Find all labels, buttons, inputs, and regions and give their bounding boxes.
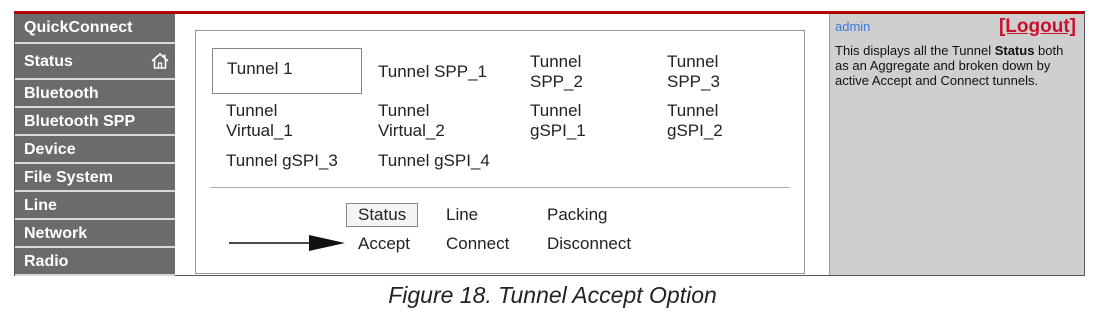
sidebar-item-label: QuickConnect [24, 19, 133, 36]
sidebar-item-file-system[interactable]: File System [15, 164, 175, 192]
tunnel-status-panel: Tunnel 1 Tunnel SPP_1 Tunnel SPP_2 Tunne… [195, 30, 805, 274]
tunnel-gspi-3-link[interactable]: Tunnel gSPI_3 [226, 151, 338, 171]
pointer-arrow-icon [229, 235, 345, 251]
sidebar-item-label: Bluetooth [24, 85, 99, 102]
sidebar-item-bluetooth-spp[interactable]: Bluetooth SPP [15, 108, 175, 136]
tab-line[interactable]: Line [446, 205, 478, 225]
tab-packing[interactable]: Packing [547, 205, 607, 225]
sidebar-item-label: Radio [24, 253, 69, 270]
help-panel: admin [Logout] This displays all the Tun… [829, 14, 1084, 275]
tunnel-spp-3-link[interactable]: Tunnel SPP_3 [667, 52, 720, 92]
section-divider [210, 187, 790, 188]
main-content: Tunnel 1 Tunnel SPP_1 Tunnel SPP_2 Tunne… [175, 14, 829, 275]
sidebar-item-label: Line [24, 197, 57, 214]
help-text-bold: Status [994, 43, 1035, 58]
sidebar-item-label: Device [24, 141, 76, 158]
figure-caption: Figure 18. Tunnel Accept Option [388, 282, 717, 308]
sidebar-item-status[interactable]: Status [15, 44, 175, 80]
sidebar-item-label: Status [24, 53, 73, 70]
sidebar-item-quickconnect[interactable]: QuickConnect [15, 14, 175, 44]
sidebar-nav: QuickConnect Status Bluetooth Bluetooth … [15, 14, 175, 276]
sidebar-item-device[interactable]: Device [15, 136, 175, 164]
web-manager-window: QuickConnect Status Bluetooth Bluetooth … [14, 11, 1085, 276]
tab-connect[interactable]: Connect [446, 234, 509, 254]
sidebar-item-bluetooth[interactable]: Bluetooth [15, 80, 175, 108]
tunnel-gspi-1-link[interactable]: Tunnel gSPI_1 [530, 101, 586, 141]
sidebar-item-label: Network [24, 225, 88, 242]
sidebar-item-network[interactable]: Network [15, 220, 175, 248]
username-label: admin [835, 19, 871, 34]
tunnel-gspi-2-link[interactable]: Tunnel gSPI_2 [667, 101, 723, 141]
home-icon[interactable] [151, 52, 169, 70]
sidebar-item-label: File System [24, 169, 113, 186]
tunnel-spp-2-link[interactable]: Tunnel SPP_2 [530, 52, 583, 92]
tab-status[interactable]: Status [346, 203, 419, 227]
sidebar-item-label: Bluetooth SPP [24, 113, 136, 130]
logout-link[interactable]: [Logout] [999, 16, 1076, 38]
tunnel-gspi-4-link[interactable]: Tunnel gSPI_4 [378, 151, 490, 171]
tunnel-spp-1-link[interactable]: Tunnel SPP_1 [378, 62, 487, 82]
tunnel-virtual-2-link[interactable]: Tunnel Virtual_2 [378, 101, 445, 141]
tab-accept[interactable]: Accept [358, 234, 410, 254]
sidebar-item-radio[interactable]: Radio [15, 248, 175, 276]
help-description: This displays all the Tunnel Status both… [835, 43, 1075, 88]
tunnel-1-link[interactable]: Tunnel 1 [212, 48, 362, 94]
tunnel-virtual-1-link[interactable]: Tunnel Virtual_1 [226, 101, 293, 141]
tab-disconnect[interactable]: Disconnect [547, 234, 631, 254]
sidebar-item-line[interactable]: Line [15, 192, 175, 220]
help-text-start: This displays all the Tunnel [835, 43, 995, 58]
